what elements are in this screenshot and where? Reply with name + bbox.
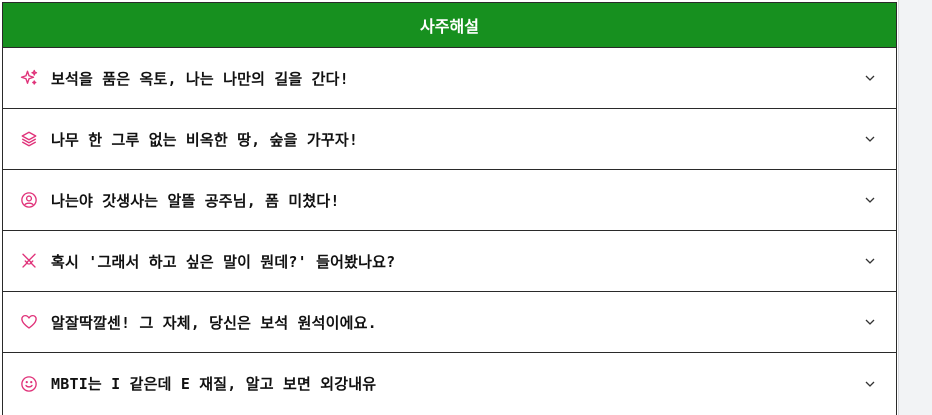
saju-panel: 사주해설 보석을 품은 옥토, 나는 나만의 길을 간다! 나무 한 그루 없는… — [2, 2, 897, 415]
user-circle-icon — [20, 191, 38, 209]
panel-header: 사주해설 — [3, 3, 896, 48]
accordion-item-3[interactable]: 나는야 갓생사는 알뜰 공주님, 폼 미쳤다! — [3, 170, 896, 231]
accordion-label: 보석을 품은 옥토, 나는 나만의 길을 간다! — [51, 69, 349, 88]
chevron-down-icon — [864, 72, 876, 84]
accordion-item-6[interactable]: MBTI는 I 같은데 E 재질, 알고 보면 외강내유 — [3, 353, 896, 414]
smile-icon — [20, 375, 38, 393]
accordion-label: 혹시 '그래서 하고 싶은 말이 뭔데?' 들어봤나요? — [51, 252, 396, 271]
accordion-item-1[interactable]: 보석을 품은 옥토, 나는 나만의 길을 간다! — [3, 48, 896, 109]
heart-icon — [20, 313, 38, 331]
chevron-down-icon — [864, 194, 876, 206]
chevron-down-icon — [864, 378, 876, 390]
layers-icon — [20, 130, 38, 148]
sparkles-icon — [20, 69, 38, 87]
accordion-label: 알잘딱깔센! 그 자체, 당신은 보석 원석이에요. — [51, 313, 377, 332]
accordion-item-2[interactable]: 나무 한 그루 없는 비옥한 땅, 숲을 가꾸자! — [3, 109, 896, 170]
crossed-swords-icon — [20, 252, 38, 270]
accordion-item-5[interactable]: 알잘딱깔센! 그 자체, 당신은 보석 원석이에요. — [3, 292, 896, 353]
accordion-label: 나는야 갓생사는 알뜰 공주님, 폼 미쳤다! — [51, 191, 340, 210]
accordion-list: 보석을 품은 옥토, 나는 나만의 길을 간다! 나무 한 그루 없는 비옥한 … — [3, 48, 896, 414]
chevron-down-icon — [864, 255, 876, 267]
right-gutter — [898, 0, 932, 415]
accordion-label: MBTI는 I 같은데 E 재질, 알고 보면 외강내유 — [51, 375, 377, 393]
accordion-label: 나무 한 그루 없는 비옥한 땅, 숲을 가꾸자! — [51, 130, 359, 149]
chevron-down-icon — [864, 316, 876, 328]
chevron-down-icon — [864, 133, 876, 145]
accordion-item-4[interactable]: 혹시 '그래서 하고 싶은 말이 뭔데?' 들어봤나요? — [3, 231, 896, 292]
panel-title: 사주해설 — [420, 17, 479, 36]
